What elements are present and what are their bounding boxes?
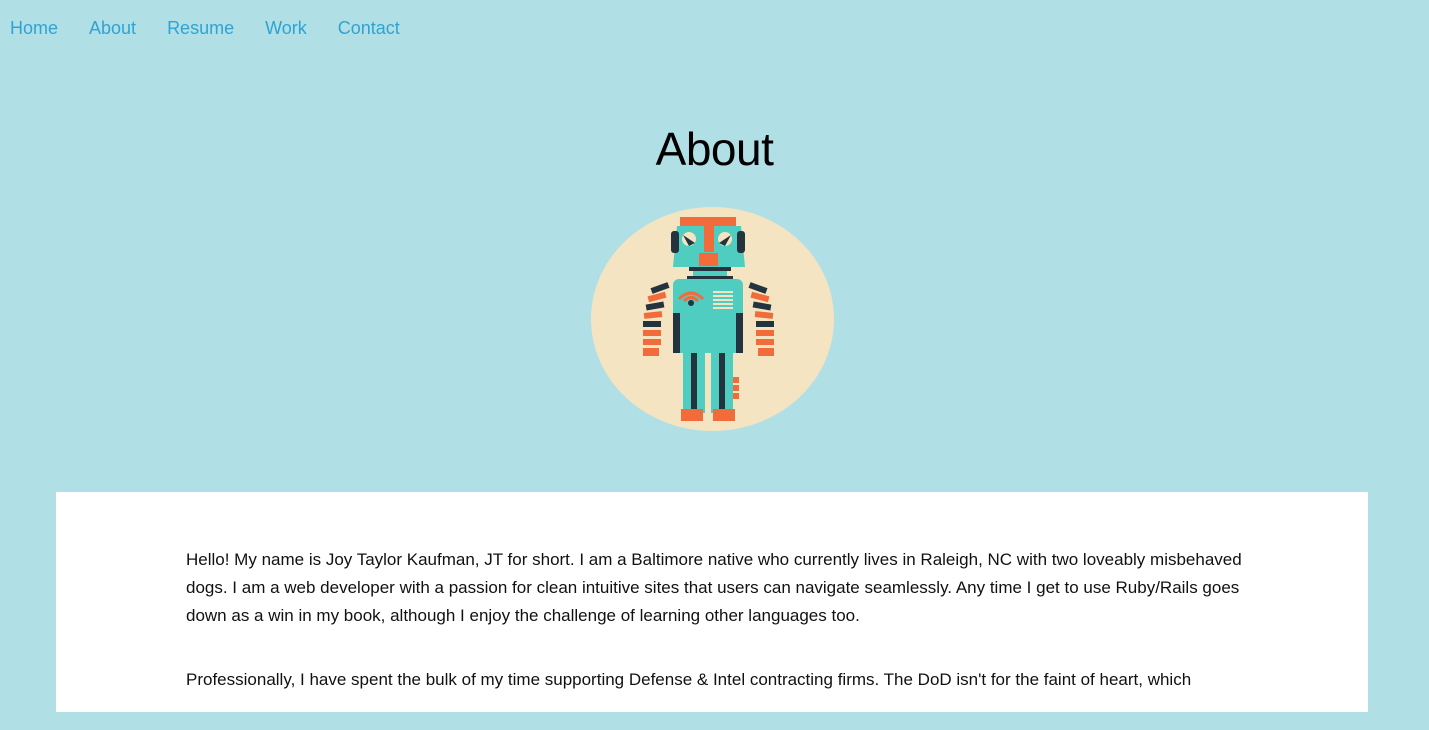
about-paragraph-2: Professionally, I have spent the bulk of… [186,670,1192,689]
nav-contact-link[interactable]: Contact [338,16,400,40]
nav-work-link[interactable]: Work [265,16,307,40]
about-content-card: Hello! My name is Joy Taylor Kaufman, JT… [56,492,1368,712]
robot-avatar [591,207,834,431]
page-title: About [655,123,774,175]
about-paragraph-1: Hello! My name is Joy Taylor Kaufman, JT… [186,550,1242,625]
main-nav: Home About Resume Work Contact [10,16,431,40]
nav-resume-link[interactable]: Resume [167,16,234,40]
nav-about-link[interactable]: About [89,16,136,40]
about-text: Hello! My name is Joy Taylor Kaufman, JT… [186,546,1246,730]
nav-home-link[interactable]: Home [10,16,58,40]
